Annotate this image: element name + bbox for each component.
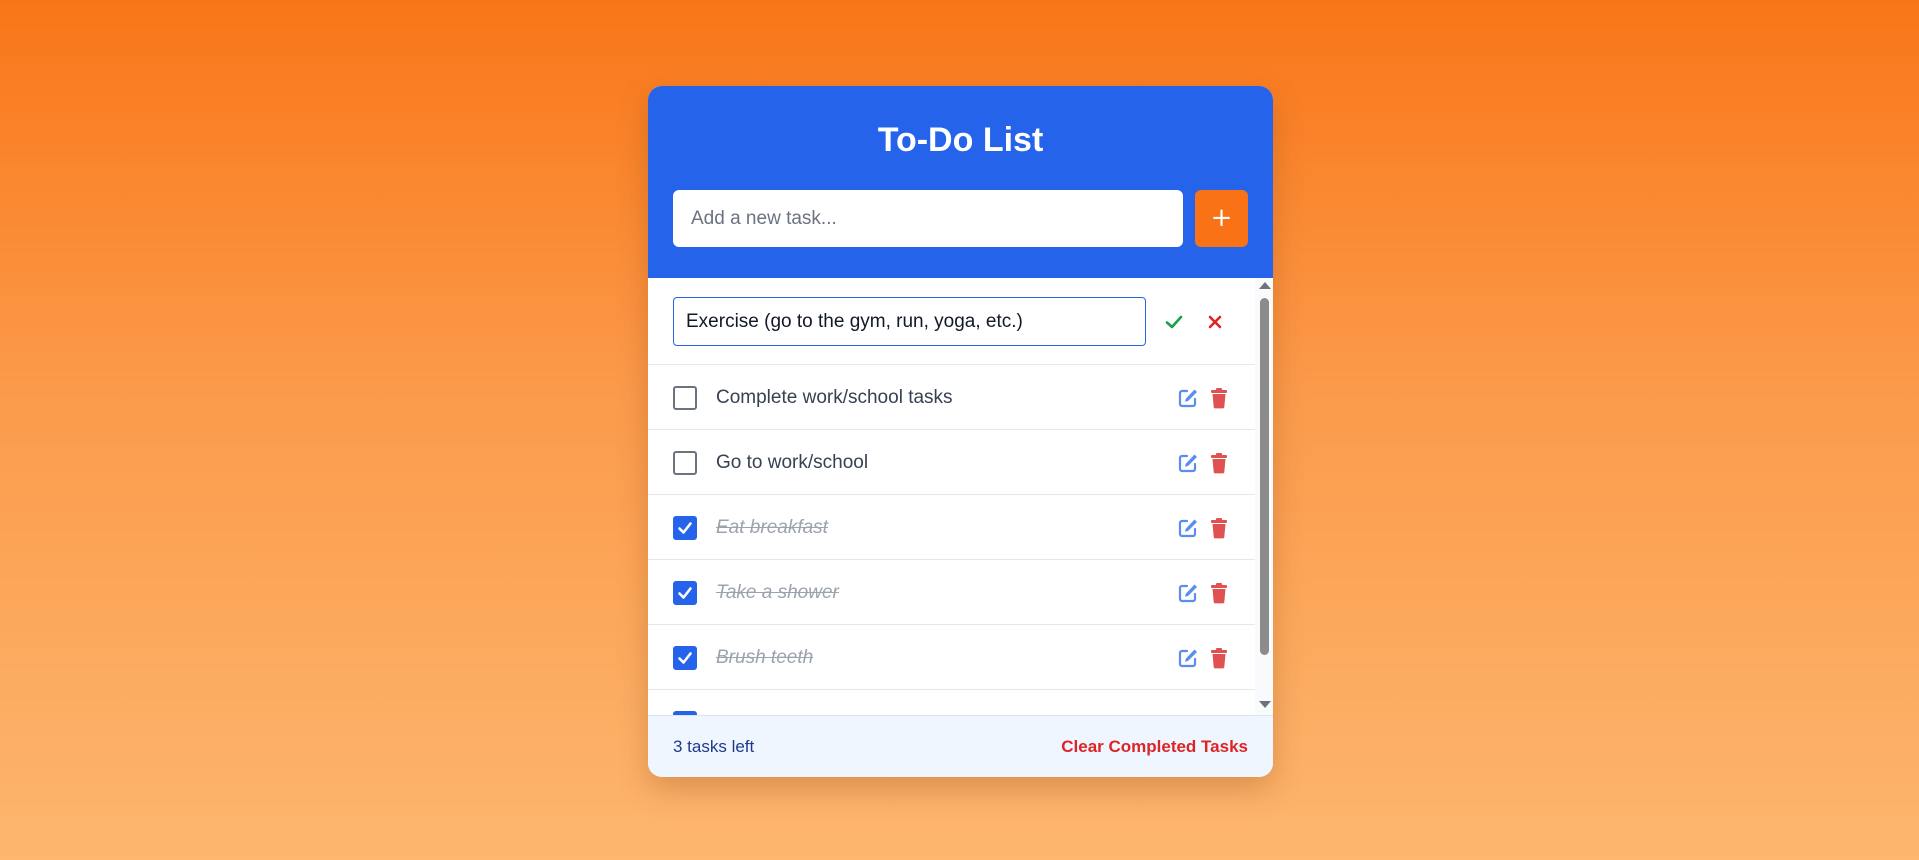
delete-task-button[interactable] [1205, 384, 1233, 412]
task-list-scrollbar[interactable] [1255, 278, 1273, 715]
checkmark-icon [678, 522, 692, 534]
tasks-left-count: 3 tasks left [673, 737, 755, 756]
edit-icon [1178, 389, 1197, 408]
trash-icon [1211, 648, 1227, 669]
task-label: Brush teeth [716, 647, 814, 668]
task-checkbox-checked[interactable] [673, 516, 697, 540]
scroll-down-arrow-icon[interactable] [1259, 701, 1271, 708]
task-row: Go to work/school [648, 430, 1255, 495]
scroll-up-arrow-icon[interactable] [1259, 282, 1271, 289]
delete-task-button[interactable] [1205, 514, 1233, 542]
edit-task-input[interactable] [673, 297, 1146, 346]
task-checkbox[interactable] [673, 386, 697, 410]
trash-icon [1211, 388, 1227, 409]
task-label: Go to work/school [716, 452, 869, 473]
task-row-partial [648, 690, 1255, 715]
task-label: Complete work/school tasks [716, 387, 953, 408]
checkmark-icon [678, 587, 692, 599]
edit-icon [1178, 454, 1197, 473]
edit-icon [1178, 519, 1197, 538]
check-icon [1165, 315, 1183, 329]
clear-completed-button[interactable]: Clear Completed Tasks [1061, 735, 1248, 759]
edit-task-button[interactable] [1174, 449, 1202, 477]
task-label: Take a shower [716, 582, 839, 603]
task-row: Brush teeth [648, 625, 1255, 690]
edit-task-button[interactable] [1174, 579, 1202, 607]
task-row: Eat breakfast [648, 495, 1255, 560]
task-row: Take a shower [648, 560, 1255, 625]
trash-icon [1211, 453, 1227, 474]
task-row: Complete work/school tasks [648, 365, 1255, 430]
edit-icon [1178, 649, 1197, 668]
task-list: Complete work/school tasks Go to work/sch… [648, 278, 1273, 715]
delete-task-button[interactable] [1205, 579, 1233, 607]
trash-icon [1211, 583, 1227, 604]
trash-icon [1211, 518, 1227, 539]
task-checkbox[interactable] [673, 451, 697, 475]
task-checkbox-checked[interactable] [673, 646, 697, 670]
edit-task-button[interactable] [1174, 644, 1202, 672]
cancel-edit-button[interactable] [1201, 308, 1229, 336]
save-edit-button[interactable] [1160, 308, 1188, 336]
edit-icon [1178, 584, 1197, 603]
task-label: Eat breakfast [716, 517, 828, 538]
edit-task-button[interactable] [1174, 514, 1202, 542]
app-title: To-Do List [877, 121, 1044, 159]
close-icon [1208, 315, 1222, 329]
new-task-input[interactable] [673, 190, 1183, 247]
editing-task-row [648, 278, 1255, 365]
delete-task-button[interactable] [1205, 449, 1233, 477]
scrollbar-thumb[interactable] [1260, 298, 1269, 655]
todo-card: To-Do List + Complete work/school tasks G… [648, 86, 1273, 777]
task-checkbox-checked[interactable] [673, 581, 697, 605]
add-task-button[interactable]: + [1195, 190, 1248, 247]
header: To-Do List + [648, 86, 1273, 278]
delete-task-button[interactable] [1205, 644, 1233, 672]
checkmark-icon [678, 652, 692, 664]
footer: 3 tasks left Clear Completed Tasks [648, 715, 1273, 777]
edit-task-button[interactable] [1174, 384, 1202, 412]
